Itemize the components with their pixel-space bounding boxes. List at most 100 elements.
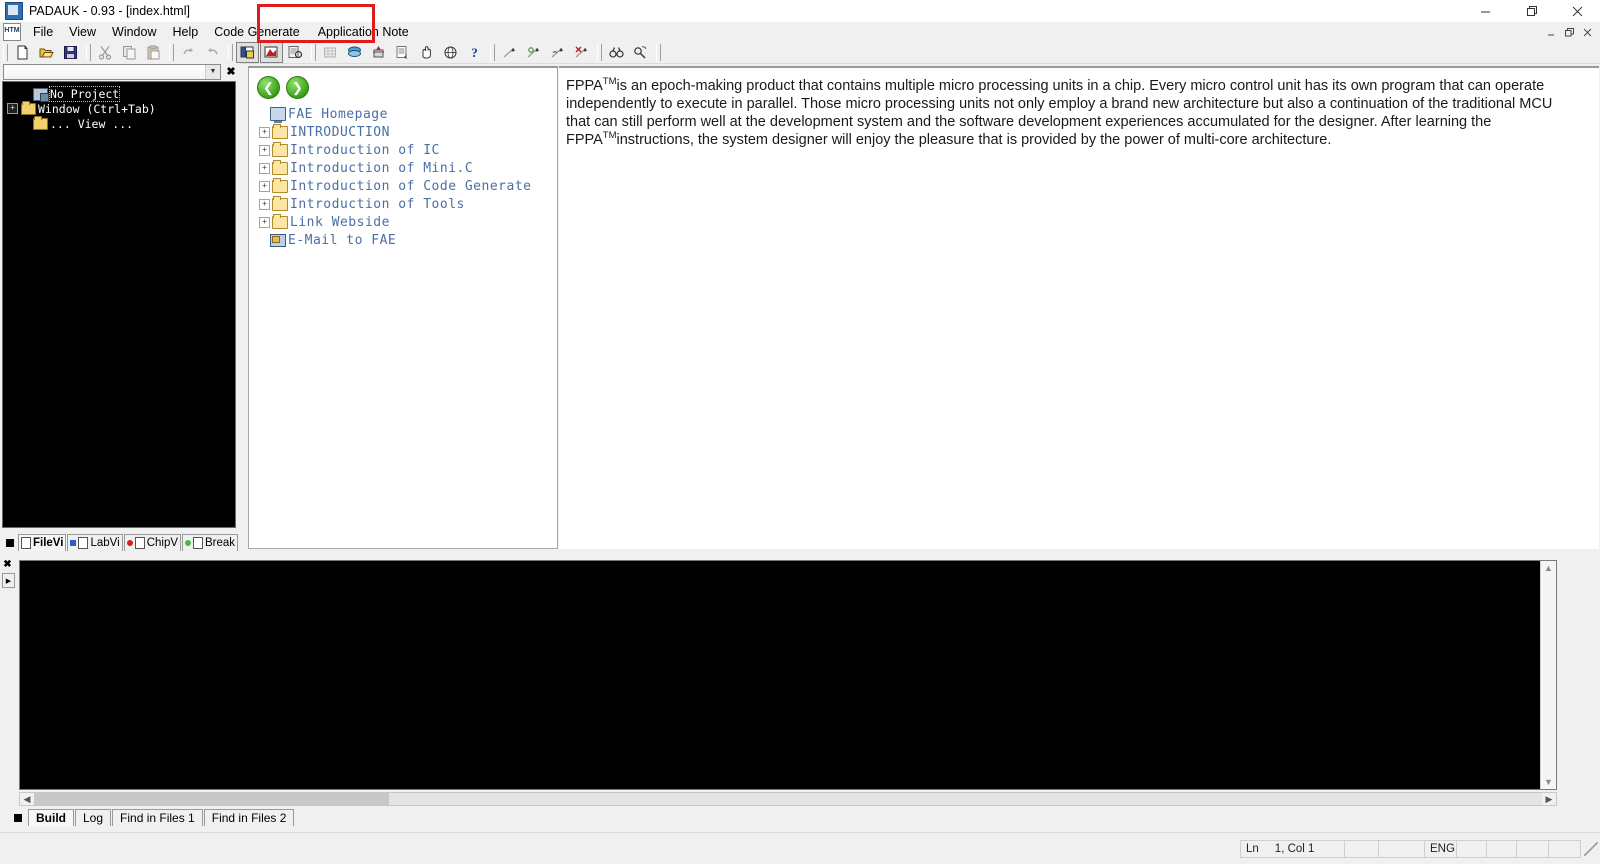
nav-expander-icon[interactable]: +	[259, 144, 270, 156]
nav-expander-icon[interactable]: +	[259, 180, 270, 192]
project-tree[interactable]: No Project + Window (Ctrl+Tab) ... View …	[2, 81, 236, 528]
open-file-button[interactable]	[35, 42, 58, 63]
new-file-button[interactable]	[11, 42, 34, 63]
back-arrow-icon[interactable]: ❮	[257, 76, 280, 99]
output-panel-tabs: Build Log Find in Files 1 Find in Files …	[0, 808, 295, 826]
output-panel-expand-button[interactable]: ▶	[2, 573, 15, 588]
nav-expander-icon[interactable]: +	[259, 162, 270, 174]
menu-window[interactable]: Window	[104, 23, 164, 41]
mdi-minimize-button[interactable]	[1543, 25, 1560, 40]
tab-label: LabVi	[90, 537, 120, 549]
layers-button[interactable]	[343, 42, 366, 63]
binoculars-icon-button[interactable]	[605, 42, 628, 63]
folder-icon	[272, 141, 288, 157]
menu-file[interactable]: File	[25, 23, 61, 41]
tree-node-label: Window (Ctrl+Tab)	[38, 101, 156, 116]
undo-button[interactable]	[201, 42, 224, 63]
nav-introduction[interactable]: + INTRODUCTION	[259, 123, 557, 141]
build-output-console[interactable]: ▲ ▼	[19, 560, 1557, 790]
redo-button[interactable]	[177, 42, 200, 63]
scroll-down-icon[interactable]: ▼	[1544, 775, 1553, 789]
burn-chip-button[interactable]	[367, 42, 390, 63]
content-text-part3: instructions, the system designer will e…	[616, 132, 1332, 148]
folder-icon	[272, 213, 288, 229]
nav-introduction-of-minic[interactable]: + Introduction of Mini.C	[259, 159, 557, 177]
tree-node-window[interactable]: + Window (Ctrl+Tab)	[3, 100, 235, 116]
folder-icon	[272, 159, 288, 175]
menu-help[interactable]: Help	[165, 23, 207, 41]
tab-find-in-files-2[interactable]: Find in Files 2	[203, 809, 295, 826]
tab-label: Find in Files 1	[120, 811, 195, 825]
scroll-up-icon[interactable]: ▲	[1544, 561, 1553, 575]
chevron-down-icon[interactable]: ▼	[206, 64, 220, 79]
scroll-left-icon[interactable]: ◀	[20, 793, 34, 805]
output-horizontal-scrollbar[interactable]: ◀ ▶	[19, 792, 1557, 806]
find-in-files-button[interactable]	[284, 42, 307, 63]
tab-chip-view[interactable]: ChipV	[123, 534, 182, 551]
nav-email-to-fae[interactable]: E-Mail to FAE	[259, 231, 557, 249]
project-selector-combo[interactable]: ▼	[3, 63, 221, 80]
tab-find-in-files-1[interactable]: Find in Files 1	[112, 809, 203, 826]
nav-introduction-of-ic[interactable]: + Introduction of IC	[259, 141, 557, 159]
nav-introduction-of-code-generate[interactable]: + Introduction of Code Generate	[259, 177, 557, 195]
mdi-close-button[interactable]	[1579, 25, 1596, 40]
tree-expander-icon[interactable]: +	[7, 103, 18, 114]
nav-expander-icon[interactable]: +	[259, 216, 270, 228]
page-icon	[78, 537, 89, 549]
menu-view[interactable]: View	[61, 23, 104, 41]
toggle-output-panel-button[interactable]	[260, 42, 283, 63]
copy-button[interactable]	[118, 42, 141, 63]
nav-link-webside[interactable]: + Link Webside	[259, 213, 557, 231]
nav-fae-homepage[interactable]: FAE Homepage	[259, 105, 557, 123]
save-file-button[interactable]	[59, 42, 82, 63]
folder-icon	[272, 123, 288, 139]
find-next-button[interactable]	[629, 42, 652, 63]
tab-log[interactable]: Log	[75, 809, 112, 826]
output-panel: ✖ ▶ ▲ ▼ ◀ ▶ Build Log Find in Files 1 Fi…	[0, 556, 1600, 831]
tree-node-no-project[interactable]: No Project	[3, 85, 235, 102]
paste-button[interactable]	[142, 42, 165, 63]
toggle-project-panel-button[interactable]	[236, 42, 259, 63]
menu-application-note[interactable]: Application Note	[308, 23, 419, 41]
status-cell-1	[1344, 840, 1379, 858]
tab-file-view[interactable]: FileVi	[18, 534, 67, 551]
horizontal-scroll-thumb[interactable]	[34, 793, 389, 805]
application-window: PADAUK - 0.93 - [index.html] HTM File Vi…	[0, 0, 1600, 864]
build-icon-button[interactable]	[319, 42, 342, 63]
status-cell-2	[1378, 840, 1425, 858]
question-mark-icon-button[interactable]: ?	[463, 42, 486, 63]
nav-label: Link Webside	[290, 214, 390, 230]
maximize-restore-button[interactable]	[1508, 0, 1554, 22]
hand-button[interactable]	[415, 42, 438, 63]
status-position-value: 1, Col 1	[1274, 843, 1315, 855]
forward-arrow-icon[interactable]: ❯	[286, 76, 309, 99]
project-panel-close-button[interactable]: ✖	[224, 65, 238, 79]
svg-text:?: ?	[471, 45, 478, 60]
resize-grip-icon[interactable]	[1584, 842, 1598, 856]
mdi-restore-button[interactable]	[1561, 25, 1578, 40]
tab-build[interactable]: Build	[28, 809, 74, 826]
horizontal-scroll-track[interactable]	[34, 793, 1542, 805]
toolbar-grip-4	[228, 44, 233, 61]
tab-breakpoint-view[interactable]: Break	[182, 534, 239, 551]
list-button[interactable]	[391, 42, 414, 63]
step-over-button[interactable]	[546, 42, 569, 63]
close-button[interactable]	[1554, 0, 1600, 22]
stop-debug-button[interactable]	[570, 42, 593, 63]
menu-bar: HTM File View Window Help Code Generate …	[0, 22, 1600, 42]
step-into-button[interactable]	[522, 42, 545, 63]
menu-code-generate[interactable]: Code Generate	[206, 23, 307, 41]
nav-expander-icon[interactable]: +	[259, 126, 270, 138]
output-panel-close-button[interactable]: ✖	[1, 558, 14, 571]
minimize-button[interactable]	[1462, 0, 1508, 22]
tree-node-view[interactable]: ... View ...	[3, 115, 235, 131]
cut-button[interactable]	[94, 42, 117, 63]
nav-expander-icon[interactable]: +	[259, 198, 270, 210]
nav-introduction-of-tools[interactable]: + Introduction of Tools	[259, 195, 557, 213]
scroll-right-icon[interactable]: ▶	[1542, 793, 1556, 805]
run-button[interactable]	[498, 42, 521, 63]
output-vertical-scrollbar[interactable]: ▲ ▼	[1540, 561, 1556, 789]
nav-label: Introduction of Tools	[290, 196, 465, 212]
globe-button[interactable]	[439, 42, 462, 63]
tab-lab-view[interactable]: LabVi	[67, 534, 123, 551]
